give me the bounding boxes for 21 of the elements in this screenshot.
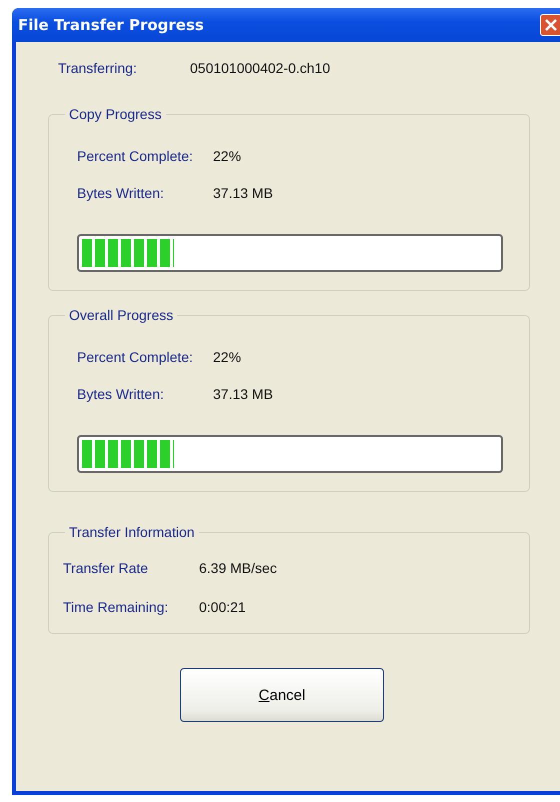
field-value: 22% [213, 148, 242, 164]
transferring-label: Transferring: [58, 60, 138, 76]
close-icon [544, 18, 558, 32]
group-title: Transfer Information [68, 524, 196, 540]
field-label: Bytes Written: [77, 185, 165, 201]
field-label: Bytes Written: [77, 386, 165, 402]
field-value: 6.39 MB/sec [199, 560, 277, 576]
close-button[interactable] [540, 14, 560, 36]
file-name: 050101000402-0.ch10 [190, 60, 330, 76]
field-label: Time Remaining: [63, 599, 170, 615]
group-title: Copy Progress [68, 106, 163, 122]
field-value: 37.13 MB [213, 386, 273, 402]
field-value: 37.13 MB [213, 185, 273, 201]
field-label: Percent Complete: [77, 349, 194, 365]
field-label: Transfer Rate [63, 560, 150, 576]
field-value: 0:00:21 [199, 599, 246, 615]
window-title: File Transfer Progress [18, 16, 204, 34]
cancel-button[interactable]: Cancel [180, 668, 384, 722]
group-title: Overall Progress [68, 307, 174, 323]
field-value: 22% [213, 349, 242, 365]
field-label: Percent Complete: [77, 148, 194, 164]
